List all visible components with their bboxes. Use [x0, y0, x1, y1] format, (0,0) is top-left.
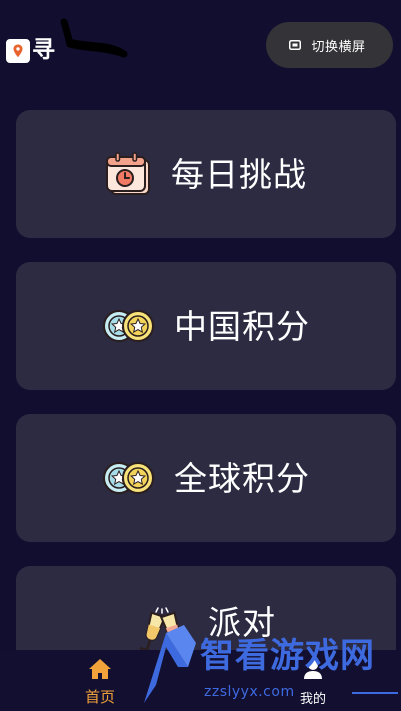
- china-points-label: 中国积分: [174, 306, 310, 346]
- coins-icon: [102, 308, 156, 344]
- bottom-nav: 首页 我的: [0, 650, 401, 711]
- coins-icon: [102, 460, 156, 496]
- home-icon: [88, 658, 112, 684]
- nav-home-label: 首页: [84, 688, 115, 706]
- screen-rotate-icon: [289, 40, 302, 50]
- map-pin-icon: [6, 39, 30, 63]
- redaction-scribble: [60, 18, 128, 58]
- app-screen: 寻 切换横屏 每日挑战 中国积分 全球积分 派对 首页 我的 智看游戏网 zzs…: [0, 0, 401, 711]
- party-label: 派对: [208, 603, 276, 642]
- champagne-toast-icon: [136, 606, 190, 656]
- daily-challenge-label: 每日挑战: [171, 154, 307, 194]
- nav-mine-label: 我的: [299, 692, 326, 707]
- user-icon: [302, 658, 324, 684]
- switch-landscape-label: 切换横屏: [311, 39, 366, 55]
- app-logo: 寻: [6, 34, 55, 68]
- global-points-label: 全球积分: [174, 458, 310, 498]
- china-points-card[interactable]: 中国积分: [16, 262, 396, 390]
- logo-text: 寻: [32, 36, 55, 63]
- global-points-card[interactable]: 全球积分: [16, 414, 396, 542]
- daily-challenge-card[interactable]: 每日挑战: [16, 110, 396, 238]
- nav-tab-mine[interactable]: 我的: [288, 658, 338, 708]
- calendar-icon: [105, 152, 153, 196]
- nav-tab-home[interactable]: 首页: [72, 658, 128, 708]
- switch-landscape-button[interactable]: 切换横屏: [266, 22, 393, 68]
